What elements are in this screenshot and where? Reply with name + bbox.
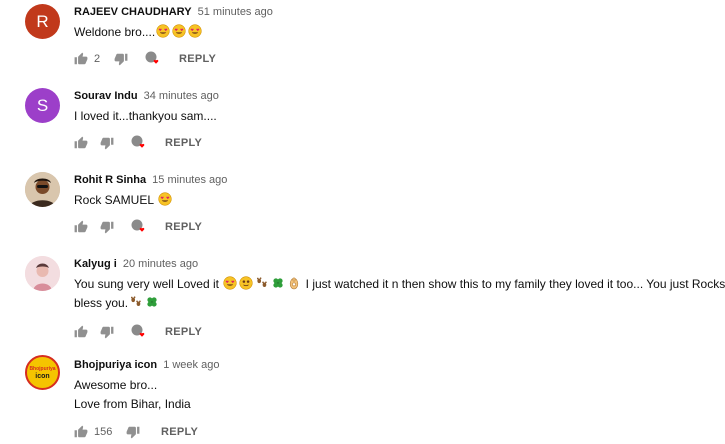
heart-eyes-emoji (223, 276, 237, 290)
thumbs-down-icon[interactable] (126, 425, 140, 439)
heart-eyes-emoji (188, 24, 202, 38)
avatar-letter: R (36, 11, 49, 31)
comment-text: Awesome bro... (74, 378, 158, 392)
comment-text: You sung very well Loved it (74, 277, 219, 291)
avatar[interactable]: Bhojpuriya icon (25, 355, 60, 390)
heart-eyes-emoji (158, 192, 172, 206)
comment-text: I loved it...thankyou sam.... (74, 109, 217, 123)
comment-text: Rock SAMUEL (74, 193, 154, 207)
thumbs-down-icon[interactable] (100, 136, 114, 150)
thumbs-up-icon[interactable] (74, 52, 88, 66)
avatar[interactable] (25, 172, 60, 207)
comment-author[interactable]: Kalyug i (74, 258, 117, 270)
comment-timestamp[interactable]: 15 minutes ago (152, 174, 227, 186)
profile-photo (25, 172, 60, 207)
creator-heart-icon[interactable] (144, 50, 162, 68)
logo-text: icon (35, 372, 50, 380)
comment-timestamp[interactable]: 20 minutes ago (123, 258, 198, 270)
comment-text: Weldone bro.... (74, 25, 156, 39)
comment-timestamp[interactable]: 1 week ago (163, 359, 219, 371)
comment-author[interactable]: Sourav Indu (74, 90, 138, 102)
comment-text: I just watched it n then show this to my… (305, 277, 725, 291)
comment-author[interactable]: Bhojpuriya icon (74, 359, 157, 371)
thumbs-down-icon[interactable] (114, 52, 128, 66)
creator-heart-icon[interactable] (130, 218, 148, 236)
thumbs-down-icon[interactable] (100, 220, 114, 234)
reply-button[interactable]: REPLY (165, 326, 202, 338)
avatar[interactable]: S (25, 88, 60, 123)
avatar-letter: S (36, 95, 49, 115)
profile-photo (25, 256, 60, 291)
thumbs-down-icon[interactable] (100, 325, 114, 339)
logo-text: Bhojpuriya (29, 365, 56, 372)
like-count: 156 (94, 426, 113, 438)
creator-heart-icon[interactable] (130, 134, 148, 152)
reply-button[interactable]: REPLY (179, 53, 216, 65)
heart-eyes-emoji (172, 24, 186, 38)
four-leaf-clover-emoji (271, 276, 285, 290)
avatar[interactable] (25, 256, 60, 291)
creator-heart-icon[interactable] (130, 323, 148, 341)
thumbs-up-icon[interactable] (74, 325, 88, 339)
channel-logo: Bhojpuriya icon (29, 365, 55, 381)
reply-button[interactable]: REPLY (165, 221, 202, 233)
like-count: 2 (94, 53, 101, 65)
reply-button[interactable]: REPLY (165, 137, 202, 149)
star-struck-emoji (239, 276, 253, 290)
comment-timestamp[interactable]: 51 minutes ago (198, 6, 273, 18)
comment-timestamp[interactable]: 34 minutes ago (144, 90, 219, 102)
four-leaf-clover-emoji (145, 295, 159, 309)
comment-author[interactable]: Rohit R Sinha (74, 174, 146, 186)
thumbs-up-icon[interactable] (74, 220, 88, 234)
ok-hand-emoji (287, 276, 301, 290)
comment-author[interactable]: RAJEEV CHAUDHARY (74, 6, 192, 18)
comment-text: Love from Bihar, India (74, 397, 191, 411)
reply-button[interactable]: REPLY (161, 426, 198, 438)
thumbs-up-icon[interactable] (74, 425, 88, 439)
avatar[interactable]: R (25, 4, 60, 39)
comment-text: bless you. (74, 296, 129, 310)
paw-prints-emoji (255, 276, 269, 290)
heart-eyes-emoji (156, 24, 170, 38)
paw-prints-emoji (129, 295, 143, 309)
thumbs-up-icon[interactable] (74, 136, 88, 150)
